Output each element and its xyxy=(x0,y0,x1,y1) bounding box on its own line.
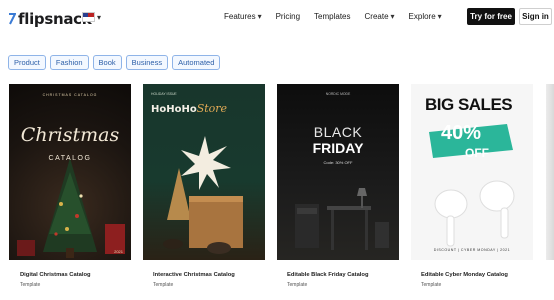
card-title[interactable]: Editable Cyber Monday Catalog xyxy=(421,272,541,278)
earbuds-illustration xyxy=(429,124,515,247)
chevron-down-icon: ▾ xyxy=(390,12,395,21)
cover-footer: DISCOUNT | CYBER MONDAY | 2021 xyxy=(433,248,511,252)
card-title[interactable]: Digital Christmas Catalog xyxy=(20,272,140,278)
cover-script-title: Christmas xyxy=(20,124,120,146)
template-thumbnail[interactable]: HOLIDAY ISSUE HoHoHoStore xyxy=(143,84,265,260)
top-navigation-bar: flipsnack ▾ Features ▾ Pricing Templates… xyxy=(0,0,554,36)
main-nav: Features ▾ Pricing Templates Create ▾ Ex… xyxy=(224,12,442,21)
nav-explore[interactable]: Explore ▾ xyxy=(409,12,442,21)
chevron-down-icon: ▾ xyxy=(437,12,442,21)
cover-off: OFF xyxy=(465,146,489,160)
logo-text: flipsnack xyxy=(18,10,92,28)
flipsnack-logo-icon xyxy=(8,12,16,26)
template-card-black-friday[interactable]: NORDIC MODE BLACK FRIDAY Code: 30% OFF E… xyxy=(277,84,399,288)
nav-explore-label: Explore xyxy=(408,12,436,21)
nav-features[interactable]: Features ▾ xyxy=(224,12,262,21)
nav-templates[interactable]: Templates xyxy=(314,12,350,21)
card-title[interactable]: Interactive Christmas Catalog xyxy=(153,272,273,278)
card-title[interactable]: Editable Black Friday Catalog xyxy=(287,272,407,278)
template-thumbnail[interactable]: BIG SALES 40% OFF DISCOUNT | CYBER MONDA… xyxy=(411,84,533,260)
nav-create[interactable]: Create ▾ xyxy=(365,12,395,21)
template-card-interactive-christmas[interactable]: HOLIDAY ISSUE HoHoHoStore Interactive Ch… xyxy=(143,84,265,288)
filter-chip-automated[interactable]: Automated xyxy=(172,55,221,70)
chevron-down-icon: ▾ xyxy=(97,12,102,22)
cover-percent-wrap: 40% xyxy=(441,122,481,145)
cover-year: 2021 xyxy=(114,249,123,254)
nav-pricing-label: Pricing xyxy=(275,12,301,21)
furniture-illustration xyxy=(295,188,389,250)
template-thumbnail[interactable]: NORDIC MODE BLACK FRIDAY Code: 30% OFF xyxy=(277,84,399,260)
language-selector[interactable]: ▾ xyxy=(82,12,101,22)
nav-templates-label: Templates xyxy=(314,12,351,21)
card-type: Template xyxy=(287,282,308,288)
card-type: Template xyxy=(153,282,174,288)
cover-percent: 40% xyxy=(441,122,482,144)
filter-chip-business[interactable]: Business xyxy=(125,55,169,70)
category-filter-bar: Product Fashion Book Business Automated xyxy=(8,55,221,70)
filter-chip-fashion[interactable]: Fashion xyxy=(49,55,89,70)
sign-in-button[interactable]: Sign in xyxy=(519,8,552,25)
template-card-cyber-monday[interactable]: BIG SALES 40% OFF DISCOUNT | CYBER MONDA… xyxy=(411,84,533,288)
gift-and-star-illustration xyxy=(163,136,243,254)
nav-pricing[interactable]: Pricing xyxy=(276,12,300,21)
try-for-free-button[interactable]: Try for free xyxy=(467,8,515,25)
next-card-peek[interactable] xyxy=(546,84,554,260)
cover-subtitle: CATALOG xyxy=(48,155,92,162)
template-thumbnail[interactable]: CHRISTMAS CATALOG Christmas CATALOG 2021 xyxy=(9,84,131,260)
filter-chip-product[interactable]: Product xyxy=(8,55,46,70)
christmas-tree-illustration xyxy=(17,158,125,258)
card-type: Template xyxy=(421,282,442,288)
filter-chip-book[interactable]: Book xyxy=(92,55,122,70)
card-type: Template xyxy=(20,282,41,288)
nav-features-label: Features xyxy=(224,12,256,21)
flipsnack-logo[interactable]: flipsnack xyxy=(8,10,92,28)
nav-create-label: Create xyxy=(364,12,389,21)
us-flag-icon xyxy=(82,12,95,22)
chevron-down-icon: ▾ xyxy=(257,12,262,21)
template-card-digital-christmas[interactable]: CHRISTMAS CATALOG Christmas CATALOG 2021… xyxy=(9,84,131,288)
